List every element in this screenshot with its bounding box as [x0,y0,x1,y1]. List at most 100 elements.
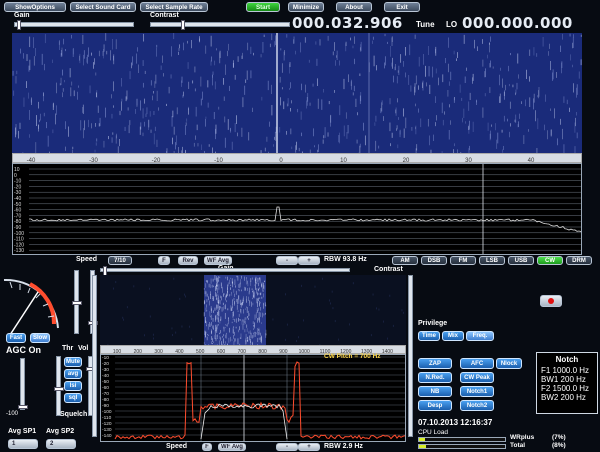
privilege-mix-button[interactable]: Mix [442,331,464,341]
avg-sp1-label: Avg SP1 [8,428,37,435]
dsp-desp-button[interactable]: Desp [418,400,452,411]
thr-mute-button[interactable]: Mute [64,357,82,367]
speed-label: Speed [76,256,98,263]
gain-slider-thumb[interactable] [17,20,21,30]
cpu-load-bar-1 [418,437,506,442]
lo-frequency-display[interactable]: 000.000.000 [462,14,573,32]
thr-sql-button[interactable]: sql [64,393,82,403]
gain-label: Gain [14,12,30,19]
audio-filter-response [114,361,406,440]
audio-left-slider[interactable] [92,275,97,437]
audio-passband [204,275,266,345]
db-tick-label: -130 [14,248,24,254]
spectrum-trace [29,206,582,232]
cpu-stat-wrplus-value: (7%) [552,434,566,441]
bottom-rbw-readout: RBW 2.9 Hz [324,443,363,450]
dsp-notch2-button[interactable]: Notch2 [460,400,494,411]
agc-fast-button[interactable]: Fast [6,333,26,343]
dsp-cwpeak-button[interactable]: CW Peak [460,372,494,383]
agc-threshold-thumb[interactable] [18,405,28,409]
tune-label: Tune [416,20,435,29]
mode-lsb-button[interactable]: LSB [479,256,505,265]
avg-sp2-label: Avg SP2 [46,428,75,435]
thr-lsi-button[interactable]: lsi [64,381,82,391]
audio-db-tick-label: -120 [102,421,112,427]
lo-label: LO [446,20,458,29]
select-sound-card-button[interactable]: Select Sound Card [70,2,136,12]
audio-spectrum[interactable]: -10 -20 -30 -40 -50 -60 -70 -80 -90 -100 -110 -120-… [100,354,406,442]
tune-frequency-display[interactable]: 000.032.906 [292,14,403,32]
wf-avg-button[interactable]: WF Avg [204,256,232,265]
speed-plus-button[interactable]: + [298,256,320,265]
start-button[interactable]: Start [246,2,280,12]
mode-dsb-button[interactable]: DSB [421,256,447,265]
volume-side-slider[interactable] [72,270,82,334]
cpu-load-fill-2 [419,445,426,448]
select-sample-rate-button[interactable]: Select Sample Rate [140,2,208,12]
contrast-slider[interactable] [150,20,290,30]
audio-spectrum-plot: -10-20-30-40-50-60-70-80-90-100-110-120-… [102,355,406,441]
audio-db-tick-label: -130 [102,427,112,433]
contrast-slider-thumb[interactable] [181,20,185,30]
audio-db-tick-label: -30 [102,367,109,373]
mode-usb-button[interactable]: USB [508,256,534,265]
dsp-nlock-button[interactable]: Nlock [496,358,522,369]
main-waterfall[interactable] [12,33,582,153]
notch-f2: F2 1500.0 Hz [541,384,590,393]
mode-am-button[interactable]: AM [392,256,418,265]
thr-label: Thr [62,345,74,352]
agc-slow-button[interactable]: Slow [30,333,50,343]
volume-side-thumb[interactable] [72,301,82,305]
privilege-freq-button[interactable]: Freq. [466,331,494,341]
main-spectrum[interactable]: 10 0 -10 -20 -30 -40 -50 -60 -70 -80 -90 -100 -110 -1… [12,163,582,255]
exit-button[interactable]: Exit [384,2,420,12]
audio-right-slider[interactable] [408,275,413,437]
audio-db-tick-label: -60 [102,385,109,391]
audio-db-tick-label: -110 [102,415,112,421]
mode-cw-button[interactable]: CW [537,256,563,265]
bottom-minus-button[interactable]: - [276,443,298,451]
dsp-notch1-button[interactable]: Notch1 [460,386,494,397]
audio-waterfall[interactable] [100,275,406,345]
thr-avg-button[interactable]: avg [64,369,82,379]
dsp-afc-button[interactable]: AFC [460,358,494,369]
avg-sp1-select[interactable]: 1 [8,439,38,449]
notch-title: Notch [555,355,579,364]
notch-panel: Notch F1 1000.0 Hz BW1 200 Hz F2 1500.0 … [536,352,598,414]
about-button[interactable]: About [336,2,372,12]
dsp-nb-button[interactable]: NB [418,386,452,397]
mode-drm-button[interactable]: DRM [566,256,592,265]
show-options-button[interactable]: ShowOptions [4,2,66,12]
notch-f1: F1 1000.0 Hz [541,366,590,375]
bottom-plus-button[interactable]: + [298,443,320,451]
rev-button[interactable]: Rev [178,256,198,265]
s-meter-needle [7,291,39,339]
privilege-label: Privilege [418,320,448,327]
threshold-thumb[interactable] [54,387,64,391]
audio-db-tick-label: -70 [102,391,109,397]
audio-db-tick-label: -50 [102,379,109,385]
agc-threshold-slider[interactable] [18,358,28,410]
mode-fm-button[interactable]: FM [450,256,476,265]
audio-db-tick-label: -10 [102,355,109,361]
cw-pitch-readout: CW Pitch = 700 Hz [324,353,381,360]
minimize-button[interactable]: Minimize [288,2,324,12]
bottom-wf-avg-button[interactable]: WF Avg [218,443,246,451]
avg-sp2-select[interactable]: 2 [46,439,76,449]
gain-slider[interactable] [14,20,134,30]
cpu-stat-wrplus-name: WRplus [510,434,535,441]
audio-db-tick-label: -90 [102,403,109,409]
dsp-zap-button[interactable]: ZAP [418,358,452,369]
privilege-time-button[interactable]: Time [418,331,440,341]
audio-gain-slider[interactable] [100,266,350,276]
main-frequency-scale: -40 -30 -20 -10 0 10 20 30 40 [12,153,582,164]
threshold-slider[interactable] [54,356,64,416]
speed-minus-button[interactable]: - [276,256,298,265]
bottom-f-button[interactable]: F [202,443,212,451]
main-waterfall-noise [12,33,582,153]
record-button[interactable] [540,295,562,307]
dsp-nred-button[interactable]: N.Red. [418,372,452,383]
speed-value[interactable]: 7/10 [108,256,132,265]
speed-f-button[interactable]: F [158,256,170,265]
record-icon [548,298,554,304]
